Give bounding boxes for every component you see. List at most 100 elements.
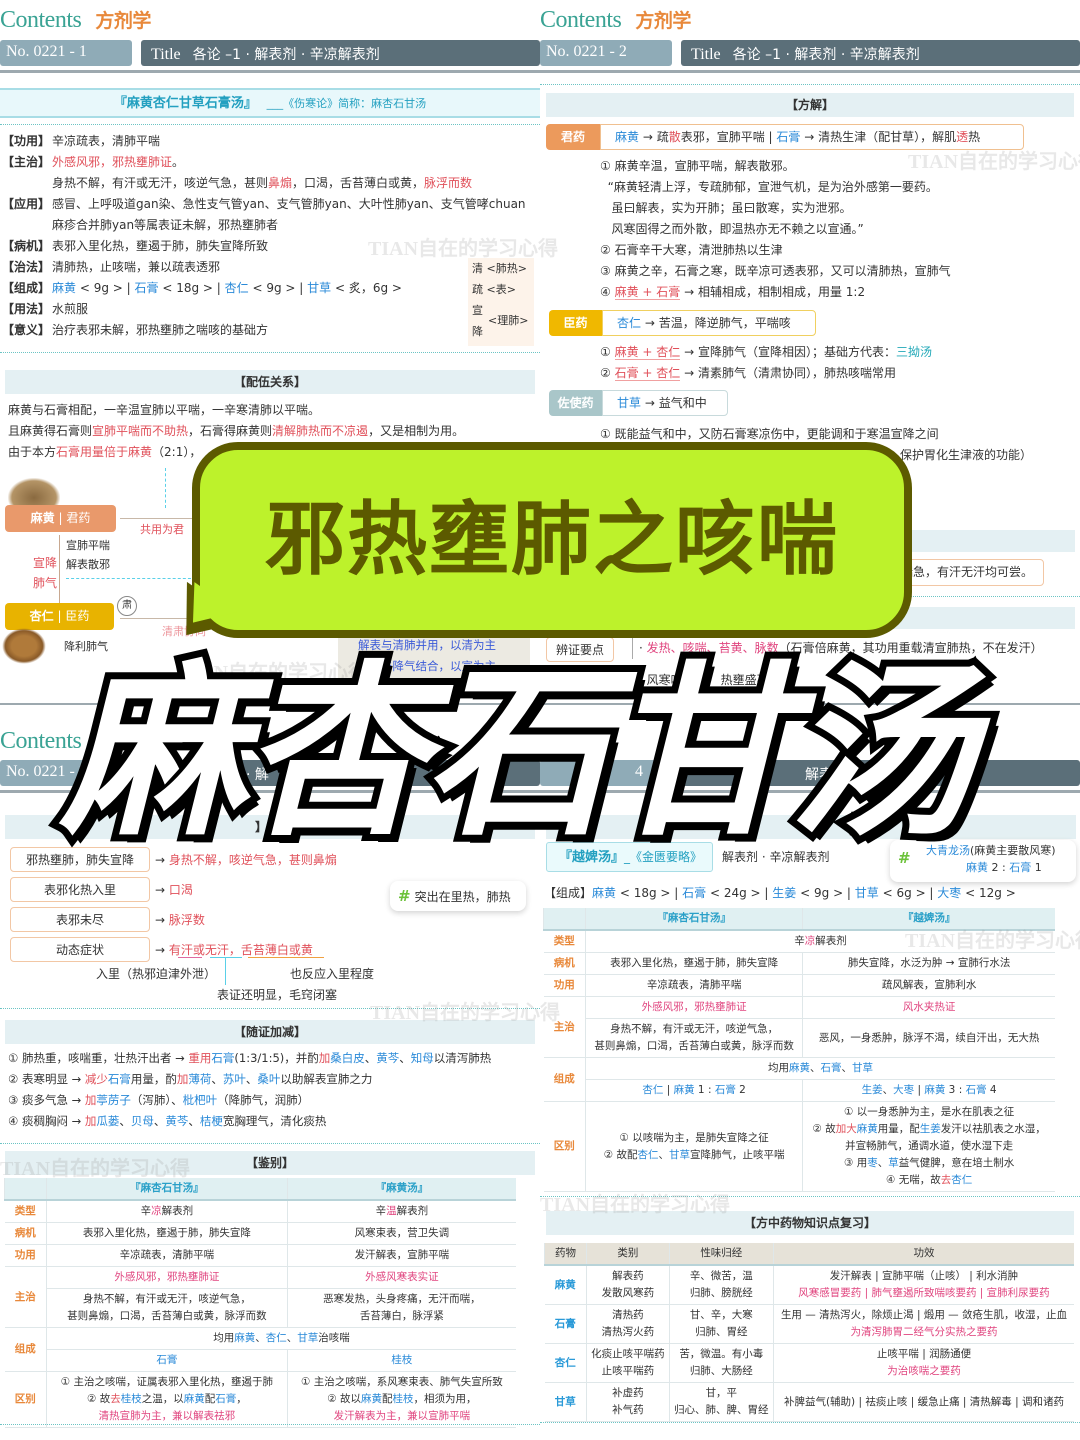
text-segment: 石膏 (682, 886, 707, 900)
annotation: 也反应入里程度 (290, 967, 375, 981)
bracket (178, 957, 202, 958)
table-cell: 补虚药 补气药 (586, 1382, 670, 1422)
text-segment: 石膏 (211, 1051, 235, 1065)
row-label: 功用 (543, 974, 586, 997)
text-segment: 石膏 (820, 1062, 842, 1074)
treatment-summary-box: 清 <肺热> 疏 <表> 宣降 <理肺> (468, 258, 534, 346)
text-segment: 、 (211, 1072, 223, 1086)
table-row: 病机 表邪入里化热，壅遏于肺，肺失宣降 肺失宣降，水泛为肿 → 宣肺行水法 (543, 952, 1055, 975)
text-segment: 、 (841, 1062, 853, 1074)
text-segment: 、 (188, 1114, 200, 1128)
text-segment: 发汗解表为主，兼以宣肺平喘 (333, 1410, 471, 1422)
table-row: 组成 均用麻黄、杏仁、甘草治咳喘 (4, 1327, 516, 1372)
text-segment: 表邪，宣肺平喘 | (680, 130, 777, 144)
text-segment: 加 (84, 1114, 97, 1128)
row-label: 组成 (543, 1057, 586, 1102)
table-cell: ① 以咳喘为主，是肺失宣降之征 ② 故配杏仁、甘草宣降肺气，止咳平喘 (584, 1101, 803, 1192)
summary-item: 降 (472, 325, 483, 338)
table-cell: 杏仁 | 麻黄 1 : 石膏 2 (584, 1079, 803, 1102)
text-segment: ② 表寒明显 → (8, 1072, 85, 1086)
su-badge: 肃 (117, 596, 137, 616)
table-cell: 甘，平 归心、肺、脾、胃经 (668, 1382, 774, 1422)
jianbie-table: 『麻杏石甘汤』 『麻黄汤』 类型 辛凉解表剂 辛温解表剂 病机 表邪入里化热，壅遏于肺，肺失… (4, 1178, 516, 1428)
row-label: 【主治】 (2, 155, 51, 169)
text-segment: 生姜 (861, 1084, 883, 1096)
table-cell: 疏风解表，宣肺利水 (802, 974, 1055, 997)
text-segment: 辛 (794, 935, 805, 947)
text-segment: 甘草 (617, 396, 642, 410)
text-segment: 减少 (84, 1072, 108, 1086)
table-row: 区别 ① 主治之咳喘，证属表邪入里化热，壅遏于肺 ② 故去桂枝之温，以麻黄配石膏，… (4, 1371, 516, 1428)
peiwu-line: 且麻黄得石膏则宣肺平喘而不助热，石膏得麻黄则清解肺热而不凉遏，又是相制为用。 (8, 421, 464, 442)
jiajian-line: ② 表寒明显 → 减少石膏用量，酌加薄荷、苏叶、桑叶以助解表宣肺之力 (8, 1069, 491, 1090)
table-row: 功用 辛凉疏表，清肺平喘 发汗解表，宣肺平喘 (4, 1244, 516, 1267)
section-band (880, 607, 1075, 629)
jun-summary: 麻黄 → 疏散表邪，宣肺平喘 | 石膏 → 清热生津（配甘草），解肌透热 (600, 124, 1024, 150)
table-row: 组成 均用麻黄、石膏、甘草 (543, 1057, 1055, 1102)
note-card: # 突出在里热，肺热 (390, 881, 526, 911)
text-segment: → 苦温，降逆肺气，平喘咳 (641, 316, 791, 330)
note-line: ① 麻黄 + 杏仁 → 宣降肺气（宣降相因）；基础方代表：三拗汤 (600, 342, 932, 363)
text-segment: 3 : (945, 1084, 966, 1096)
section-title-fangjie: 【方解】 (546, 93, 1074, 117)
info-row: 【组成】 麻黄 < 9g > | 石膏 < 18g > | 杏仁 < 9g > |… (2, 278, 540, 299)
table-cell: 外感风邪，邪热壅肺证 (584, 996, 803, 1019)
bracket (225, 957, 226, 985)
table-cell: 表邪入里化热，壅遏于肺，肺失宣降 (46, 1222, 288, 1245)
table-cell: 身热不解，有汗或无汗，咳逆气急， 甚则鼻煽，口渴，舌苔薄白或黄，脉浮而数 (46, 1288, 288, 1328)
herb-name: 麻黄 (30, 511, 55, 525)
text-segment: 风寒感冒要药 | 肺气壅遏所致喘咳要药 | 宣肺利尿要药 (798, 1287, 1050, 1299)
table-cell: 桂枝 (286, 1349, 516, 1372)
text-segment: 麻黄 (234, 1332, 256, 1344)
text-segment: 外感风邪，邪热壅肺证 (641, 1001, 747, 1013)
jiajian-list: ① 肺热重，咳喘重，壮热汗出者 → 重用石膏(1:3/1:5)，并酌加桑白皮、黄… (8, 1048, 491, 1132)
header-cell: 『麻杏石甘汤』 (584, 908, 803, 931)
row-text: 身热不解，有汗或无汗，咳逆气急，甚则鼻煽，口渴，舌苔薄白或黄，脉浮而数 (52, 176, 472, 190)
text-segment: 去 (110, 1393, 121, 1405)
table-row: 身热不解，有汗或无汗，咳逆气急， 甚则鼻煽，口渴，舌苔薄白或黄，脉浮而数 恶寒发热… (5, 1288, 516, 1328)
header-cell: 药物 (544, 1243, 587, 1266)
text-segment: 重用 (188, 1051, 212, 1065)
note-line: ④ 麻黄 + 石膏 → 相辅相成，相制相成，用量 1:2 (600, 282, 951, 303)
header-cell (543, 908, 586, 931)
header-cell: 『麻杏石甘汤』 (46, 1178, 288, 1201)
text-segment: ③ 痰多气急 → (8, 1093, 85, 1107)
apricot-kernel-image (2, 628, 46, 664)
table-cell: 肺失宣降，水泛为肿 → 宣肺行水法 (802, 952, 1055, 975)
text-segment: ， (236, 1393, 247, 1405)
text-segment: 枣 (867, 1157, 878, 1169)
text-segment: 、 (255, 1332, 266, 1344)
jun-tag: 君药 (546, 124, 600, 150)
table-cell: 辛温解表剂 (286, 1200, 516, 1223)
effect-text: 解表散邪 (66, 558, 110, 571)
formula-info-list: 【功用】 辛凉疏表，清肺平喘 【主治】 外感风邪，邪热壅肺证。 身热不解，有汗或无汗，咳… (2, 131, 540, 341)
row-label: 【意义】 (2, 323, 51, 337)
text-segment: < 9g > | (796, 886, 855, 900)
text-segment: 清解肺热而不凉遏 (272, 424, 369, 438)
summary-item: <理肺> (488, 314, 529, 327)
text-segment: 桔梗 (199, 1114, 223, 1128)
row-label: 区别 (4, 1371, 47, 1428)
symptom-box: 动态症状 (10, 936, 150, 962)
row-label: 【功用】 (2, 134, 51, 148)
text-segment: 瓜蒌 (96, 1114, 120, 1128)
text-segment: 生姜 (919, 1123, 941, 1135)
table-cell: 发汗解表，宣肺平喘 (286, 1244, 516, 1267)
section-title-jiajian: 【随证加减】 (5, 1020, 535, 1044)
summary-item: 宣 (472, 304, 483, 317)
info-row: 身热不解，有汗或无汗，咳逆气急，甚则鼻煽，口渴，舌苔薄白或黄，脉浮而数 (2, 173, 540, 194)
text-segment: 2 : (988, 861, 1010, 874)
table-cell: 甘、辛，大寒 归肺、胃经 (668, 1304, 774, 1344)
text-segment: 热 (968, 130, 981, 144)
text-segment: 生姜 (772, 886, 797, 900)
text-segment: 石膏 + 杏仁 (614, 366, 681, 381)
title-label: Title (691, 46, 721, 63)
table-cell: 化痰止咳平喘药 止咳平喘药 (586, 1343, 670, 1383)
text-segment: 知母 (410, 1051, 434, 1065)
text-segment: 外感风寒表实证 (365, 1271, 439, 1283)
dashed-connector (66, 578, 196, 579)
mahuang-effects: 宣肺平喘 解表散邪 (66, 536, 110, 574)
note-line: 风寒固得之而外散，即温热亦无不赖之以宣通。” (600, 222, 864, 236)
row-label: 病机 (543, 952, 586, 975)
text-segment: 甘草 (854, 886, 879, 900)
